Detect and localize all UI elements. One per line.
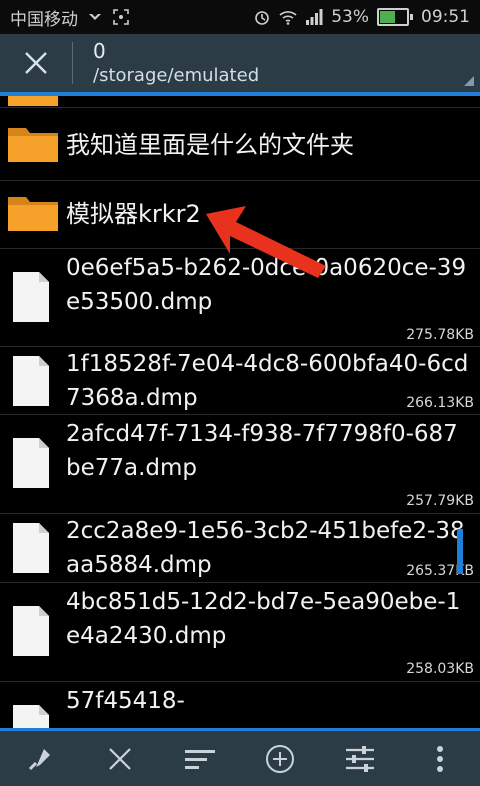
file-name: 0e6ef5a5-b262-0dce-0a0620ce-39e53500.dmp — [66, 255, 467, 315]
file-icon — [13, 438, 49, 488]
battery-percent: 53% — [331, 7, 369, 27]
selected-count: 0 — [93, 39, 106, 64]
file-item[interactable]: 2cc2a8e9-1e56-3cb2-451befe2-38aa5884.dmp… — [0, 514, 480, 583]
file-item[interactable]: 2afcd47f-7134-f938-7f7798f0-687be77a.dmp… — [0, 415, 480, 514]
sort-icon — [185, 749, 215, 769]
header-divider — [72, 42, 73, 84]
screenshot-icon — [113, 9, 129, 25]
wifi-icon — [279, 11, 297, 25]
file-list[interactable]: 我知道里面是什么的文件夹 模拟器krkr2 0e6ef5a5-b262-0dce… — [0, 96, 480, 728]
folder-icon — [8, 197, 58, 231]
folder-icon — [8, 128, 58, 162]
file-name: 2afcd47f-7134-f938-7f7798f0-687be77a.dmp — [66, 421, 458, 481]
file-icon — [13, 606, 49, 656]
file-name: 4bc851d5-12d2-bd7e-5ea90ebe-1e4a2430.dmp — [66, 589, 461, 649]
app-header: 0 /storage/emulated — [0, 34, 480, 96]
clock: 09:51 — [421, 7, 470, 27]
cancel-button[interactable] — [90, 733, 150, 785]
filter-settings-button[interactable] — [330, 733, 390, 785]
header-text: 0 /storage/emulated — [93, 40, 259, 86]
usb-icon — [89, 14, 101, 20]
signal-icon — [306, 9, 323, 25]
scrollbar-thumb[interactable] — [457, 529, 463, 574]
alarm-icon — [255, 11, 270, 25]
more-icon — [437, 745, 443, 772]
status-bar: 中国移动 53% 09:51 — [0, 0, 480, 34]
sort-button[interactable] — [170, 733, 230, 785]
file-item[interactable]: 4bc851d5-12d2-bd7e-5ea90ebe-1e4a2430.dmp… — [0, 583, 480, 682]
current-path[interactable]: /storage/emulated — [93, 66, 259, 86]
corner-triangle-icon — [464, 76, 474, 86]
battery-icon — [377, 8, 413, 26]
add-button[interactable] — [250, 733, 310, 785]
file-size: 265.37KB — [406, 563, 474, 579]
file-size: 257.79KB — [406, 493, 474, 509]
list-item[interactable] — [0, 96, 480, 108]
folder-item[interactable]: 模拟器krkr2 — [0, 181, 480, 249]
folder-icon — [8, 96, 58, 106]
file-icon — [13, 705, 49, 728]
file-item[interactable]: 57f45418- — [0, 682, 480, 728]
folder-name: 我知道里面是什么的文件夹 — [66, 131, 354, 159]
close-icon — [25, 52, 47, 74]
paste-button[interactable] — [10, 733, 70, 785]
paste-icon — [28, 748, 50, 770]
filter-settings-icon — [346, 745, 374, 772]
more-button[interactable] — [410, 733, 470, 785]
carrier-label: 中国移动 — [10, 9, 78, 30]
folder-item[interactable]: 我知道里面是什么的文件夹 — [0, 108, 480, 181]
bottom-toolbar — [0, 728, 480, 786]
file-item[interactable]: 0e6ef5a5-b262-0dce-0a0620ce-39e53500.dmp… — [0, 249, 480, 347]
file-name: 57f45418- — [66, 688, 185, 714]
file-size: 275.78KB — [406, 327, 474, 343]
file-icon — [13, 272, 49, 322]
close-icon — [109, 747, 131, 770]
file-icon — [13, 523, 49, 573]
file-item[interactable]: 1f18528f-7e04-4dc8-600bfa40-6cd7368a.dmp… — [0, 347, 480, 415]
file-icon — [13, 356, 49, 406]
add-icon — [266, 744, 294, 773]
file-size: 258.03KB — [406, 661, 474, 677]
file-size: 266.13KB — [406, 395, 474, 411]
close-selection-button[interactable] — [0, 34, 72, 92]
folder-name: 模拟器krkr2 — [66, 200, 201, 228]
